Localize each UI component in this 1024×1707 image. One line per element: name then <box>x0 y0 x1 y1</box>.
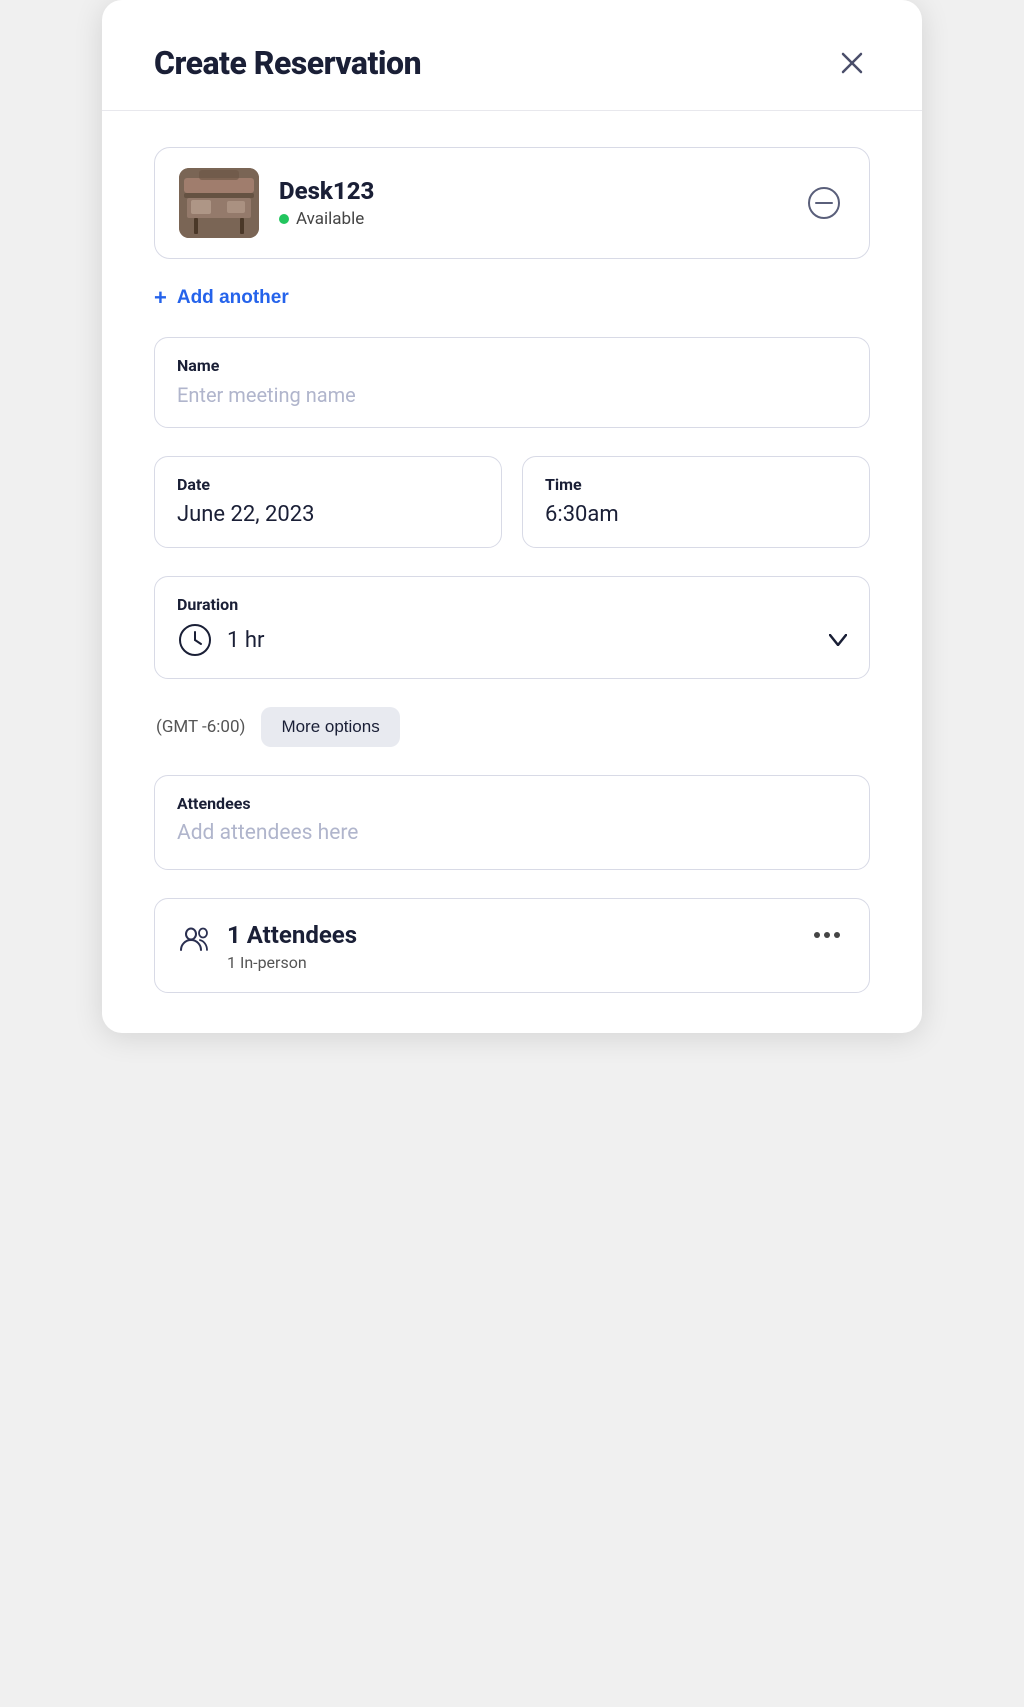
date-time-row: Date June 22, 2023 Time 6:30am <box>154 456 870 548</box>
date-label: Date <box>177 475 479 494</box>
duration-value-row: 1 hr <box>177 622 847 658</box>
add-another-button[interactable]: + Add another <box>154 287 870 309</box>
timezone-text: (GMT -6:00) <box>156 717 245 737</box>
duration-left: 1 hr <box>177 622 264 658</box>
desk-status-label: Available <box>296 209 364 229</box>
time-label: Time <box>545 475 847 494</box>
close-button[interactable] <box>834 45 870 81</box>
duration-value: 1 hr <box>227 628 264 653</box>
clock-icon <box>177 622 213 658</box>
add-another-label: Add another <box>177 287 289 309</box>
attendees-more-button[interactable] <box>809 921 845 943</box>
date-field[interactable]: Date June 22, 2023 <box>154 456 502 548</box>
name-input[interactable] <box>177 383 847 407</box>
ellipsis-icon <box>813 931 841 939</box>
time-field[interactable]: Time 6:30am <box>522 456 870 548</box>
add-another-plus-icon: + <box>154 287 167 309</box>
attendees-detail: 1 In-person <box>227 953 795 972</box>
desk-thumbnail <box>179 168 259 238</box>
desk-name: Desk123 <box>279 177 783 205</box>
name-label: Name <box>177 356 847 375</box>
attendees-info: 1 Attendees 1 In-person <box>227 921 795 972</box>
modal-header: Create Reservation <box>102 0 922 111</box>
modal-title: Create Reservation <box>154 44 421 82</box>
attendees-summary: 1 Attendees 1 In-person <box>154 898 870 993</box>
minus-circle-icon <box>807 186 841 220</box>
duration-field[interactable]: Duration 1 hr <box>154 576 870 679</box>
name-field: Name <box>154 337 870 428</box>
desk-image <box>179 168 259 238</box>
desk-card: Desk123 Available <box>154 147 870 259</box>
desk-status: Available <box>279 209 783 229</box>
date-value: June 22, 2023 <box>177 502 479 527</box>
close-icon <box>838 49 866 77</box>
duration-label: Duration <box>177 595 847 614</box>
available-status-dot <box>279 214 289 224</box>
create-reservation-modal: Create Reservation <box>102 0 922 1033</box>
attendees-people-icon <box>179 924 213 952</box>
duration-dropdown-arrow <box>829 634 847 646</box>
remove-desk-button[interactable] <box>803 182 845 224</box>
attendees-placeholder[interactable]: Add attendees here <box>177 821 847 845</box>
timezone-row: (GMT -6:00) More options <box>154 707 870 747</box>
time-value: 6:30am <box>545 502 847 527</box>
modal-body: Desk123 Available + Add another Name <box>102 111 922 1033</box>
attendees-label: Attendees <box>177 794 847 813</box>
more-options-button[interactable]: More options <box>261 707 399 747</box>
attendees-count: 1 Attendees <box>227 921 795 949</box>
attendees-field: Attendees Add attendees here <box>154 775 870 870</box>
desk-info: Desk123 Available <box>279 177 783 229</box>
